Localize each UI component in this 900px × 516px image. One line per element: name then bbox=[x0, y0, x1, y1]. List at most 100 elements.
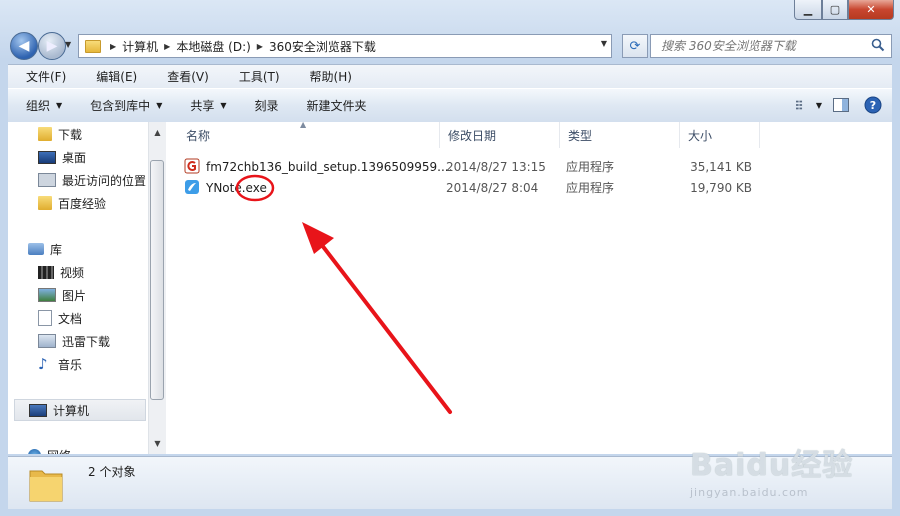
chevron-right-icon[interactable]: ▶ bbox=[110, 42, 116, 51]
view-list-icon bbox=[796, 100, 803, 110]
window-controls: ▁ ▢ ✕ bbox=[794, 0, 894, 20]
folder-icon bbox=[85, 39, 101, 53]
address-dropdown[interactable]: ▼ bbox=[601, 39, 607, 48]
pictures-icon bbox=[38, 288, 56, 302]
folder-icon bbox=[38, 127, 52, 141]
file-list: ▲ 名称 修改日期 类型 大小 fm72chb136_build_setup.1… bbox=[168, 120, 892, 454]
column-header-type[interactable]: 类型 bbox=[560, 122, 680, 148]
chevron-down-icon: ▼ bbox=[220, 101, 227, 110]
refresh-icon: ⟳ bbox=[629, 38, 641, 54]
file-type: 应用程序 bbox=[566, 160, 615, 174]
baidu-watermark: Baidu经验 jingyan.baidu.com bbox=[690, 440, 853, 499]
burn-button[interactable]: 刻录 bbox=[241, 89, 293, 122]
file-date: 2014/8/27 13:15 bbox=[446, 159, 546, 174]
menu-tools[interactable]: 工具(T) bbox=[221, 65, 292, 88]
watermark-brand: Baidu经验 bbox=[690, 448, 854, 483]
include-in-library-button[interactable]: 包含到库中 ▼ bbox=[76, 89, 176, 122]
chevron-down-icon: ▼ bbox=[815, 100, 822, 110]
scroll-up-button[interactable]: ▲ bbox=[149, 124, 166, 141]
menu-help[interactable]: 帮助(H) bbox=[292, 65, 364, 88]
content-area: 下载 桌面 最近访问的位置 百度经验 库 视频 图片 文档 迅雷下载 ♪ 音乐 … bbox=[8, 120, 892, 454]
address-bar[interactable]: ▶ 计算机 ▶ 本地磁盘 (D:) ▶ 360安全浏览器下载 ▼ bbox=[78, 34, 612, 58]
tree-item-libraries[interactable]: 库 bbox=[28, 238, 148, 260]
tree-item-baidu-jingyan[interactable]: 百度经验 bbox=[38, 192, 148, 214]
file-size: 35,141 KB bbox=[690, 159, 752, 174]
breadcrumb-item-current-folder[interactable]: 360安全浏览器下载 bbox=[269, 38, 376, 55]
tree-item-pictures[interactable]: 图片 bbox=[38, 284, 148, 306]
help-icon: ? bbox=[864, 96, 882, 114]
history-dropdown[interactable]: ▼ bbox=[65, 40, 71, 49]
folder-icon bbox=[29, 470, 63, 502]
column-header-size[interactable]: 大小 bbox=[680, 122, 760, 148]
scrollbar-thumb[interactable] bbox=[150, 160, 164, 400]
desktop-icon bbox=[38, 150, 56, 164]
file-date: 2014/8/27 8:04 bbox=[446, 180, 539, 195]
item-count: 2 个对象 bbox=[88, 465, 136, 479]
view-controls: ▼ ? bbox=[790, 95, 886, 115]
tree-item-downloads[interactable]: 下载 bbox=[38, 123, 148, 145]
recent-places-icon bbox=[38, 173, 56, 187]
chevron-down-icon: ▼ bbox=[156, 101, 163, 110]
file-name: fm72chb136_build_setup.1396509959.... bbox=[206, 159, 453, 174]
organize-button[interactable]: 组织 ▼ bbox=[8, 89, 76, 122]
menu-view[interactable]: 查看(V) bbox=[149, 65, 221, 88]
search-box bbox=[650, 34, 892, 58]
close-button[interactable]: ✕ bbox=[848, 0, 894, 20]
tree-item-thunder-downloads[interactable]: 迅雷下载 bbox=[38, 330, 148, 352]
ynote-app-icon bbox=[185, 180, 199, 194]
music-icon: ♪ bbox=[38, 355, 48, 373]
menu-edit[interactable]: 编辑(E) bbox=[78, 65, 149, 88]
file-row[interactable]: YNote.exe 2014/8/27 8:04 应用程序 19,790 KB bbox=[178, 177, 878, 198]
scroll-down-button[interactable]: ▼ bbox=[149, 435, 166, 452]
new-folder-button[interactable]: 新建文件夹 bbox=[293, 89, 381, 122]
preview-pane-button[interactable] bbox=[828, 95, 854, 115]
minimize-button[interactable]: ▁ bbox=[794, 0, 822, 20]
column-header-date[interactable]: 修改日期 bbox=[440, 122, 560, 148]
help-button[interactable]: ? bbox=[860, 95, 886, 115]
breadcrumb-item-drive-d[interactable]: 本地磁盘 (D:) bbox=[176, 38, 250, 55]
watermark-url: jingyan.baidu.com bbox=[690, 486, 809, 499]
search-icon[interactable] bbox=[871, 38, 885, 52]
breadcrumb: ▶ 计算机 ▶ 本地磁盘 (D:) ▶ 360安全浏览器下载 bbox=[104, 35, 376, 57]
tree-item-computer[interactable]: 计算机 bbox=[14, 399, 146, 421]
arrow-right-icon: ▶ bbox=[46, 38, 58, 54]
library-icon bbox=[28, 243, 44, 255]
tree-item-music[interactable]: ♪ 音乐 bbox=[38, 353, 148, 375]
command-bar: 组织 ▼ 包含到库中 ▼ 共享 ▼ 刻录 新建文件夹 ▼ ? bbox=[8, 88, 892, 123]
back-button[interactable]: ◀ bbox=[10, 32, 38, 60]
video-icon bbox=[38, 265, 54, 279]
column-header-name[interactable]: 名称 bbox=[178, 122, 440, 148]
tree-item-desktop[interactable]: 桌面 bbox=[38, 146, 148, 168]
navigation-pane: 下载 桌面 最近访问的位置 百度经验 库 视频 图片 文档 迅雷下载 ♪ 音乐 … bbox=[8, 122, 148, 454]
search-input[interactable] bbox=[659, 38, 873, 54]
explorer-window: ▁ ▢ ✕ ◀ ▶ ▼ ▶ 计算机 ▶ 本地磁盘 (D:) ▶ 360安全浏览器… bbox=[0, 0, 900, 516]
chevron-right-icon[interactable]: ▶ bbox=[164, 42, 170, 51]
file-type: 应用程序 bbox=[566, 181, 615, 195]
navigation-pane-scrollbar[interactable]: ▲ ▼ bbox=[148, 122, 166, 454]
navigation-bar: ◀ ▶ ▼ ▶ 计算机 ▶ 本地磁盘 (D:) ▶ 360安全浏览器下载 ▼ ⟳ bbox=[8, 32, 892, 60]
chevron-right-icon[interactable]: ▶ bbox=[257, 42, 263, 51]
tree-item-recent-places[interactable]: 最近访问的位置 bbox=[38, 169, 148, 191]
tree-item-network[interactable]: 网络 bbox=[28, 444, 148, 454]
computer-icon bbox=[29, 403, 47, 417]
chevron-down-icon: ▼ bbox=[56, 101, 63, 110]
share-button[interactable]: 共享 ▼ bbox=[176, 89, 240, 122]
file-size: 19,790 KB bbox=[690, 180, 752, 195]
folder-icon bbox=[38, 196, 52, 210]
arrow-left-icon: ◀ bbox=[18, 38, 30, 54]
forward-button[interactable]: ▶ bbox=[38, 32, 66, 60]
breadcrumb-item-computer[interactable]: 计算机 bbox=[122, 38, 158, 55]
documents-icon bbox=[38, 310, 52, 326]
preview-pane-icon bbox=[833, 98, 849, 112]
thunder-download-icon bbox=[38, 334, 56, 348]
change-view-button[interactable]: ▼ bbox=[796, 95, 822, 115]
tree-item-documents[interactable]: 文档 bbox=[38, 307, 148, 329]
refresh-button[interactable]: ⟳ bbox=[622, 34, 648, 58]
file-name: YNote.exe bbox=[206, 180, 267, 195]
maximize-button[interactable]: ▢ bbox=[822, 0, 848, 20]
network-icon bbox=[28, 448, 41, 454]
file-row[interactable]: fm72chb136_build_setup.1396509959.... 20… bbox=[178, 156, 878, 177]
menu-file[interactable]: 文件(F) bbox=[8, 65, 78, 88]
svg-text:?: ? bbox=[870, 99, 876, 112]
tree-item-videos[interactable]: 视频 bbox=[38, 261, 148, 283]
